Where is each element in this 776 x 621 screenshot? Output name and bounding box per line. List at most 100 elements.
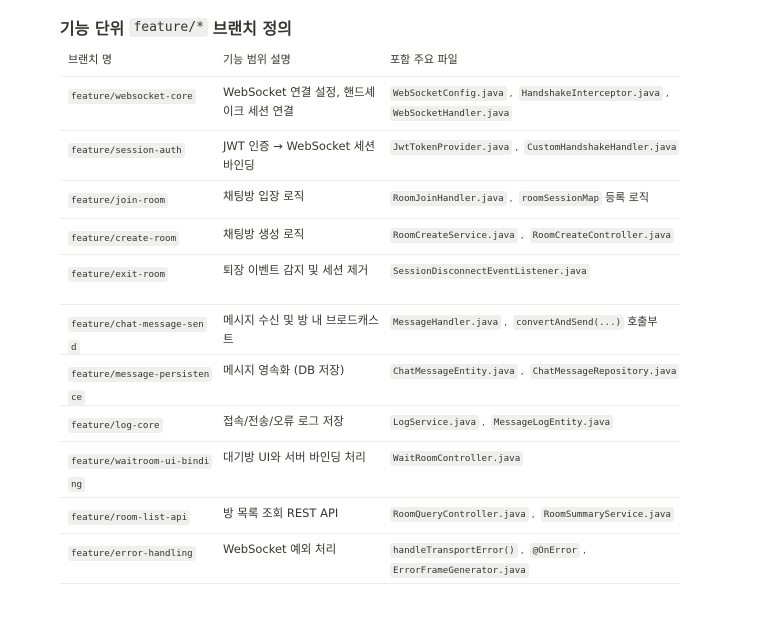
file-name: JwtTokenProvider.java bbox=[390, 140, 513, 155]
files-cell: WaitRoomController.java bbox=[390, 442, 680, 469]
description-cell: 방 목록 조회 REST API bbox=[223, 498, 383, 523]
files-cell: RoomJoinHandler.java , roomSessionMap 등록… bbox=[390, 181, 680, 209]
branch-name: feature/websocket-core bbox=[68, 89, 196, 104]
branch-description: 채팅방 입장 로직 bbox=[223, 189, 305, 203]
branch-name-cell: feature/message-persistence bbox=[68, 355, 213, 408]
files-cell: ChatMessageEntity.java , ChatMessageRepo… bbox=[390, 355, 680, 382]
branch-name-cell: feature/session-auth bbox=[68, 131, 210, 161]
branch-description: 대기방 UI와 서버 바인딩 처리 bbox=[223, 450, 366, 464]
branch-description: 메시지 영속화 (DB 저장) bbox=[223, 363, 345, 377]
description-cell: WebSocket 연결 설정, 핸드셰이크 세션 연결 bbox=[223, 77, 383, 121]
branch-name: feature/exit-room bbox=[68, 267, 169, 282]
branch-name: feature/create-room bbox=[68, 231, 180, 246]
description-cell: 접속/전송/오류 로그 저장 bbox=[223, 406, 383, 431]
branch-name: feature/session-auth bbox=[68, 143, 185, 158]
page-title-suffix: 브랜치 정의 bbox=[212, 19, 293, 38]
branch-name: feature/error-handling bbox=[68, 546, 196, 561]
description-cell: 퇴장 이벤트 감지 및 세션 제거 bbox=[223, 255, 383, 280]
branch-name: feature/room-list-api bbox=[68, 510, 191, 525]
files-cell: RoomQueryController.java , RoomSummarySe… bbox=[390, 498, 680, 525]
branch-description: WebSocket 예외 처리 bbox=[223, 542, 337, 556]
table-row: feature/chat-message-send 메시지 수신 및 방 내 브로… bbox=[60, 305, 680, 355]
page-title-code: feature/* bbox=[129, 17, 208, 37]
table-row: feature/message-persistence 메시지 영속화 (DB 저… bbox=[60, 355, 680, 406]
branch-description: 메시지 수신 및 방 내 브로드캐스트 bbox=[223, 313, 379, 346]
branch-name-cell: feature/error-handling bbox=[68, 534, 210, 564]
description-cell: 채팅방 입장 로직 bbox=[223, 181, 383, 206]
table-row: feature/room-list-api 방 목록 조회 REST API Roo… bbox=[60, 498, 680, 534]
branch-name-cell: feature/room-list-api bbox=[68, 498, 210, 528]
file-separator: , bbox=[520, 231, 524, 241]
header-files: 포함 주요 파일 bbox=[390, 53, 458, 66]
table-row: feature/websocket-core WebSocket 연결 설정, 핸… bbox=[60, 77, 680, 131]
file-separator: , bbox=[509, 89, 513, 99]
table-row: feature/create-room 채팅방 생성 로직 RoomCreateSe… bbox=[60, 219, 680, 255]
branch-name-cell: feature/chat-message-send bbox=[68, 305, 210, 358]
branch-name-cell: feature/waitroom-ui-binding bbox=[68, 442, 213, 495]
branch-name-cell: feature/websocket-core bbox=[68, 77, 210, 107]
branch-name: feature/chat-message-send bbox=[68, 317, 207, 355]
file-name: LogService.java bbox=[390, 415, 479, 430]
file-name: RoomQueryController.java bbox=[390, 507, 529, 522]
file-name: MessageLogEntity.java bbox=[490, 415, 614, 430]
page-title: 기능 단위 feature/* 브랜치 정의 bbox=[60, 14, 292, 40]
branch-name: feature/log-core bbox=[68, 418, 163, 433]
branch-name: feature/waitroom-ui-binding bbox=[68, 454, 213, 492]
file-separator: , bbox=[531, 510, 535, 520]
file-name: ChatMessageEntity.java bbox=[390, 364, 518, 379]
file-separator: , bbox=[515, 143, 519, 153]
files-cell: MessageHandler.java , convertAndSend(...… bbox=[390, 305, 680, 333]
table-row: feature/waitroom-ui-binding 대기방 UI와 서버 바인… bbox=[60, 442, 680, 498]
description-cell: 채팅방 생성 로직 bbox=[223, 219, 383, 244]
description-cell: 대기방 UI와 서버 바인딩 처리 bbox=[223, 442, 383, 467]
file-separator: , bbox=[509, 194, 513, 204]
file-name: WebSocketConfig.java bbox=[390, 86, 507, 101]
branch-table: 브랜치 명 기능 범위 설명 포함 주요 파일 feature/websocke… bbox=[60, 46, 680, 584]
branch-description: 퇴장 이벤트 감지 및 세션 제거 bbox=[223, 263, 369, 277]
file-separator: , bbox=[520, 367, 524, 377]
page-title-prefix: 기능 단위 bbox=[60, 19, 125, 38]
description-cell: JWT 인증 → WebSocket 세션 바인딩 bbox=[223, 131, 383, 175]
branch-name: feature/join-room bbox=[68, 193, 169, 208]
file-name: convertAndSend(...) bbox=[513, 315, 625, 330]
description-cell: 메시지 영속화 (DB 저장) bbox=[223, 355, 383, 380]
files-cell: LogService.java , MessageLogEntity.java bbox=[390, 406, 680, 433]
file-name: ChatMessageRepository.java bbox=[529, 364, 680, 379]
file-separator: , bbox=[482, 418, 485, 428]
file-name: RoomCreateController.java bbox=[529, 228, 674, 243]
description-cell: 메시지 수신 및 방 내 브로드캐스트 bbox=[223, 305, 383, 349]
files-cell: JwtTokenProvider.java , CustomHandshakeH… bbox=[390, 131, 680, 158]
file-name: RoomSummaryService.java bbox=[540, 507, 674, 522]
table-row: feature/join-room 채팅방 입장 로직 RoomJoinHandle… bbox=[60, 181, 680, 219]
header-description: 기능 범위 설명 bbox=[223, 53, 291, 66]
file-name: CustomHandshakeHandler.java bbox=[524, 140, 680, 155]
branch-name-cell: feature/exit-room bbox=[68, 255, 210, 285]
file-name: RoomCreateService.java bbox=[390, 228, 518, 243]
table-header-row: 브랜치 명 기능 범위 설명 포함 주요 파일 bbox=[60, 46, 680, 77]
files-cell: SessionDisconnectEventListener.java bbox=[390, 255, 680, 282]
file-name: RoomJoinHandler.java bbox=[390, 191, 507, 206]
branch-name-cell: feature/create-room bbox=[68, 219, 210, 249]
branch-description: 채팅방 생성 로직 bbox=[223, 227, 305, 241]
description-cell: WebSocket 예외 처리 bbox=[223, 534, 383, 559]
file-name: SessionDisconnectEventListener.java bbox=[390, 264, 590, 279]
header-branch-name: 브랜치 명 bbox=[68, 53, 112, 66]
branch-name-cell: feature/join-room bbox=[68, 181, 210, 211]
files-cell: WebSocketConfig.java , HandshakeIntercep… bbox=[390, 77, 680, 124]
table-body: feature/websocket-core WebSocket 연결 설정, 핸… bbox=[60, 77, 680, 584]
branch-name-cell: feature/log-core bbox=[68, 406, 210, 436]
file-separator: , bbox=[520, 546, 524, 556]
branch-description: 접속/전송/오류 로그 저장 bbox=[223, 414, 344, 428]
file-name: @OnError bbox=[529, 543, 580, 558]
branch-description: 방 목록 조회 REST API bbox=[223, 506, 339, 520]
file-name: roomSessionMap bbox=[518, 191, 603, 206]
file-separator: , bbox=[582, 546, 586, 556]
files-cell: RoomCreateService.java , RoomCreateContr… bbox=[390, 219, 680, 246]
file-separator: , bbox=[665, 89, 669, 99]
file-note: 등록 로직 bbox=[605, 191, 650, 204]
table-row: feature/log-core 접속/전송/오류 로그 저장 LogService… bbox=[60, 406, 680, 442]
file-name: WaitRoomController.java bbox=[390, 451, 524, 466]
branch-description: WebSocket 연결 설정, 핸드셰이크 세션 연결 bbox=[223, 85, 376, 118]
branch-description: JWT 인증 → WebSocket 세션 바인딩 bbox=[223, 139, 375, 172]
table-row: feature/exit-room 퇴장 이벤트 감지 및 세션 제거 Sessio… bbox=[60, 255, 680, 305]
